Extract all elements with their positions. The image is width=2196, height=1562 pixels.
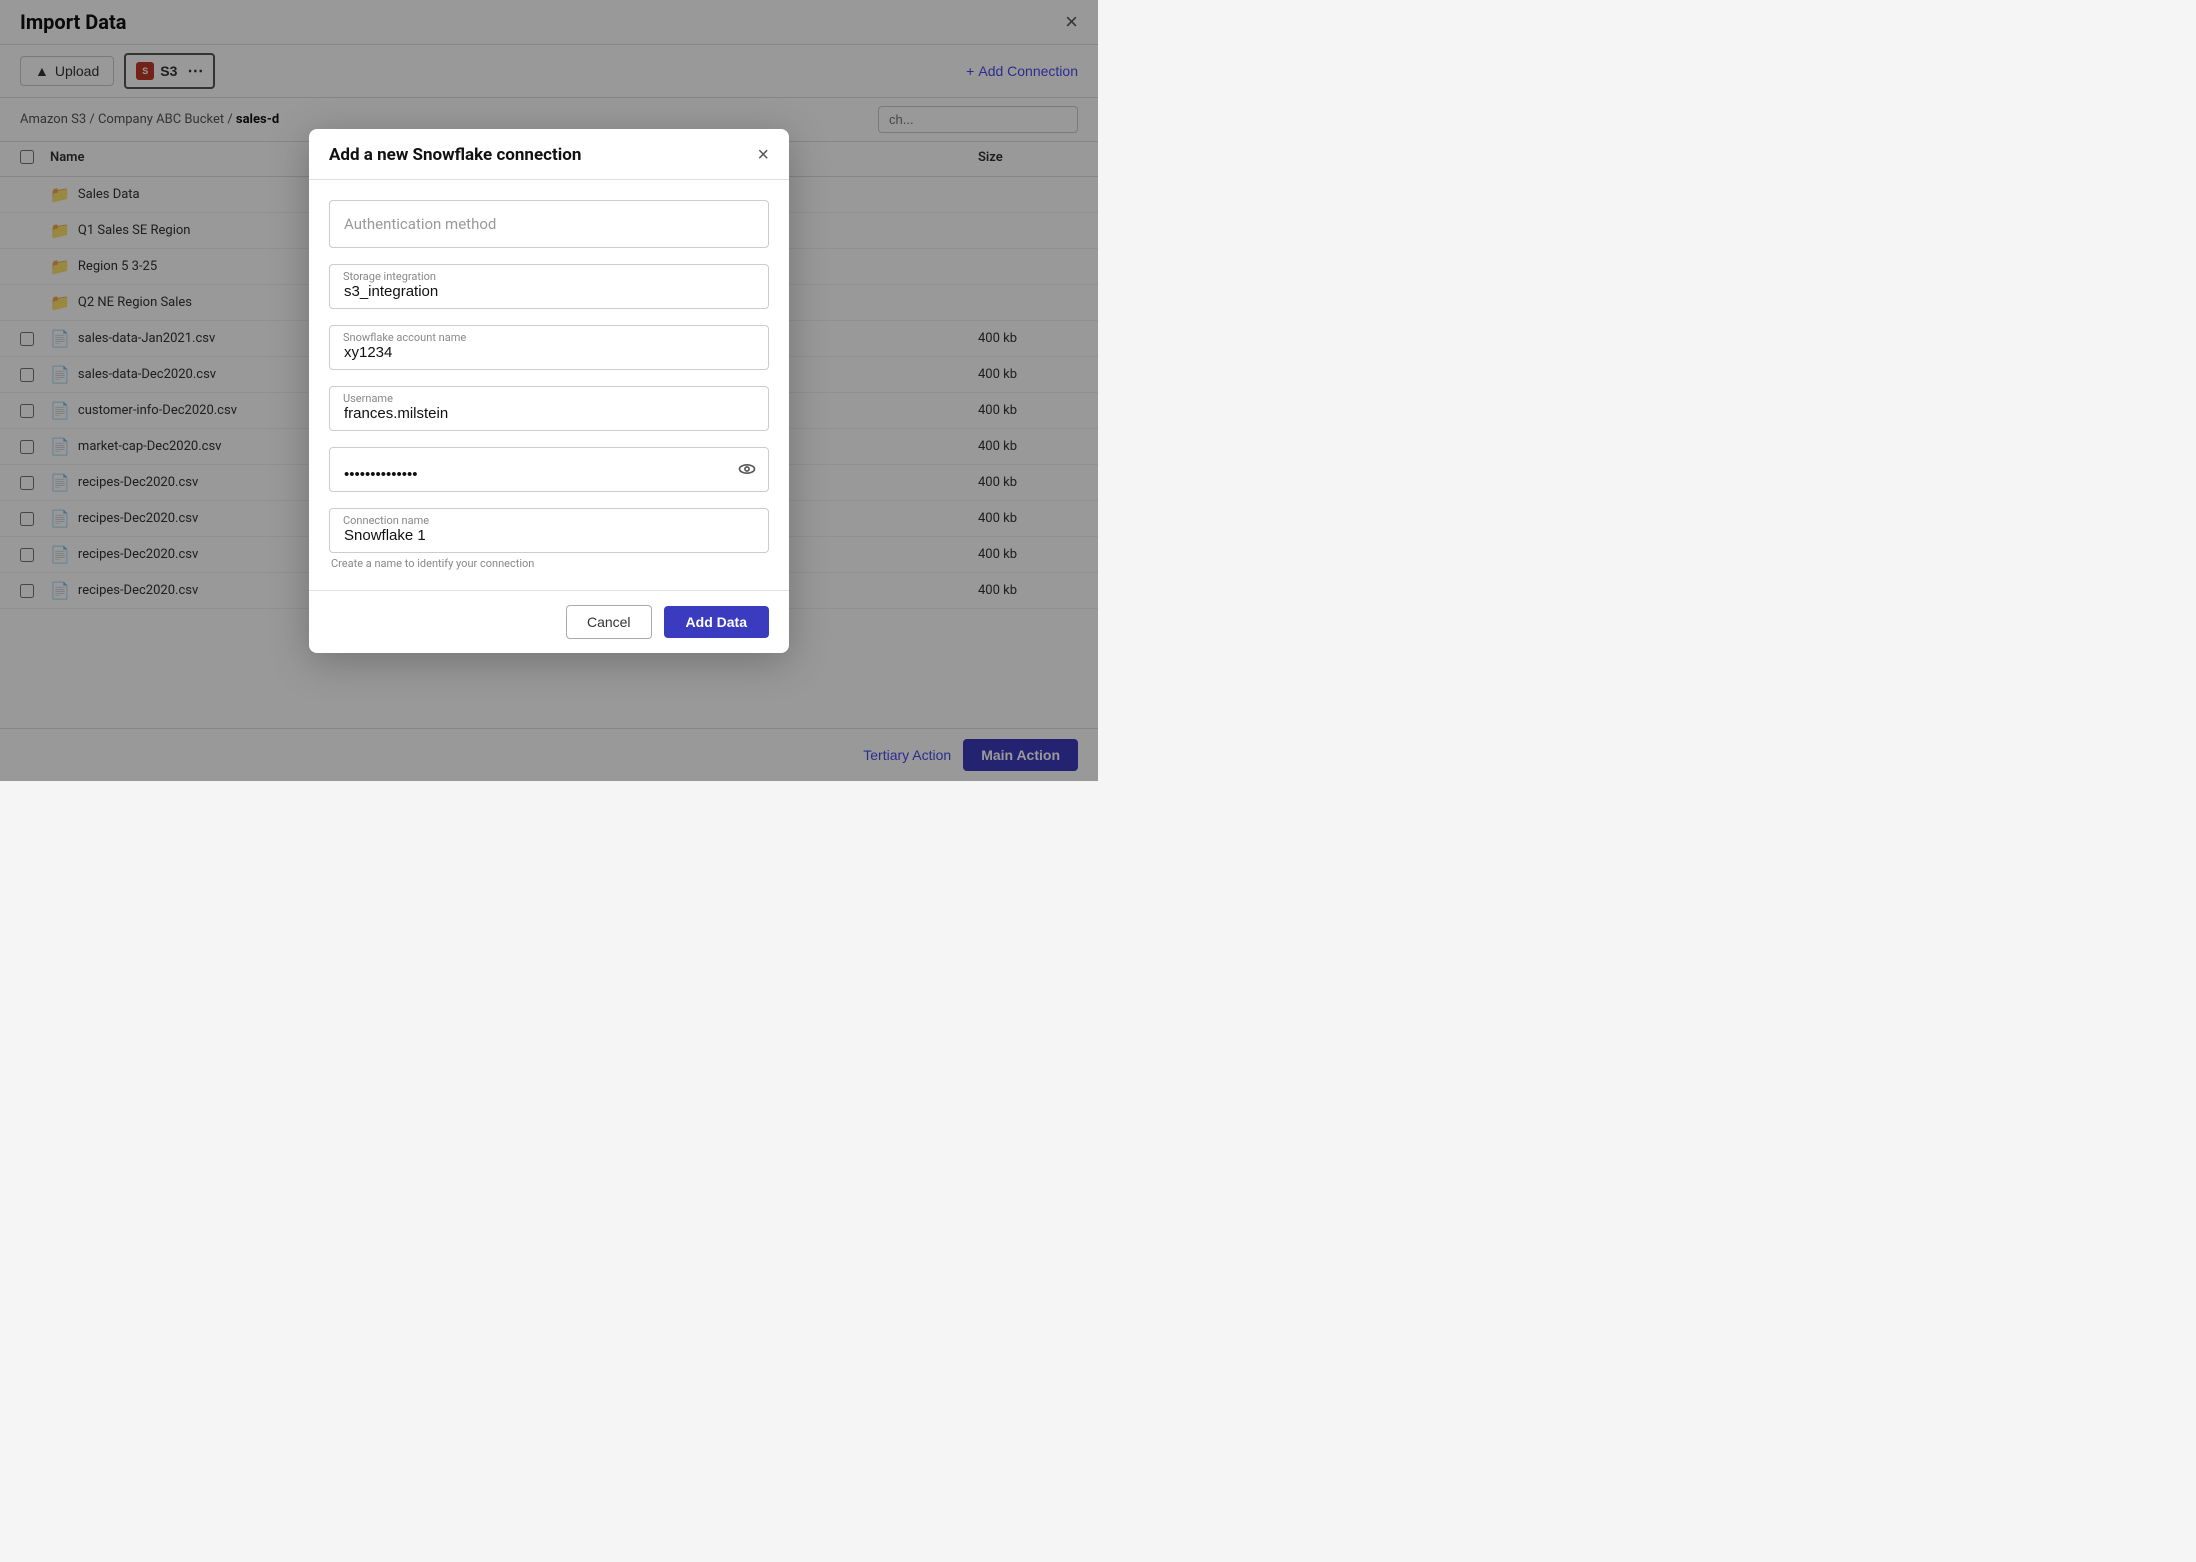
eye-icon: [737, 459, 757, 479]
modal-overlay: Add a new Snowflake connection × Authent…: [0, 0, 1098, 781]
add-data-button[interactable]: Add Data: [664, 606, 769, 638]
auth-method-field-group: Authentication method: [329, 200, 769, 248]
storage-integration-field-group: Storage integration: [329, 264, 769, 309]
modal-title: Add a new Snowflake connection: [329, 145, 581, 165]
modal-footer: Cancel Add Data: [309, 590, 789, 653]
password-input[interactable]: [329, 447, 769, 492]
snowflake-connection-modal: Add a new Snowflake connection × Authent…: [309, 129, 789, 653]
connection-name-input[interactable]: [329, 508, 769, 553]
password-field-group: Password: [329, 447, 769, 492]
auth-method-placeholder: Authentication method: [344, 215, 496, 233]
storage-integration-input[interactable]: [329, 264, 769, 309]
modal-close-button[interactable]: ×: [757, 145, 769, 165]
username-field-group: Username: [329, 386, 769, 431]
modal-body: Authentication method Storage integratio…: [309, 180, 789, 590]
password-wrapper: [329, 447, 769, 492]
connection-name-hint: Create a name to identify your connectio…: [329, 557, 769, 570]
username-input[interactable]: [329, 386, 769, 431]
cancel-button[interactable]: Cancel: [566, 605, 652, 639]
snowflake-account-field-group: Snowflake account name: [329, 325, 769, 370]
modal-header: Add a new Snowflake connection ×: [309, 129, 789, 180]
password-toggle-button[interactable]: [737, 459, 757, 479]
connection-name-field-group: Connection name Create a name to identif…: [329, 508, 769, 570]
auth-method-select[interactable]: Authentication method: [329, 200, 769, 248]
snowflake-account-input[interactable]: [329, 325, 769, 370]
